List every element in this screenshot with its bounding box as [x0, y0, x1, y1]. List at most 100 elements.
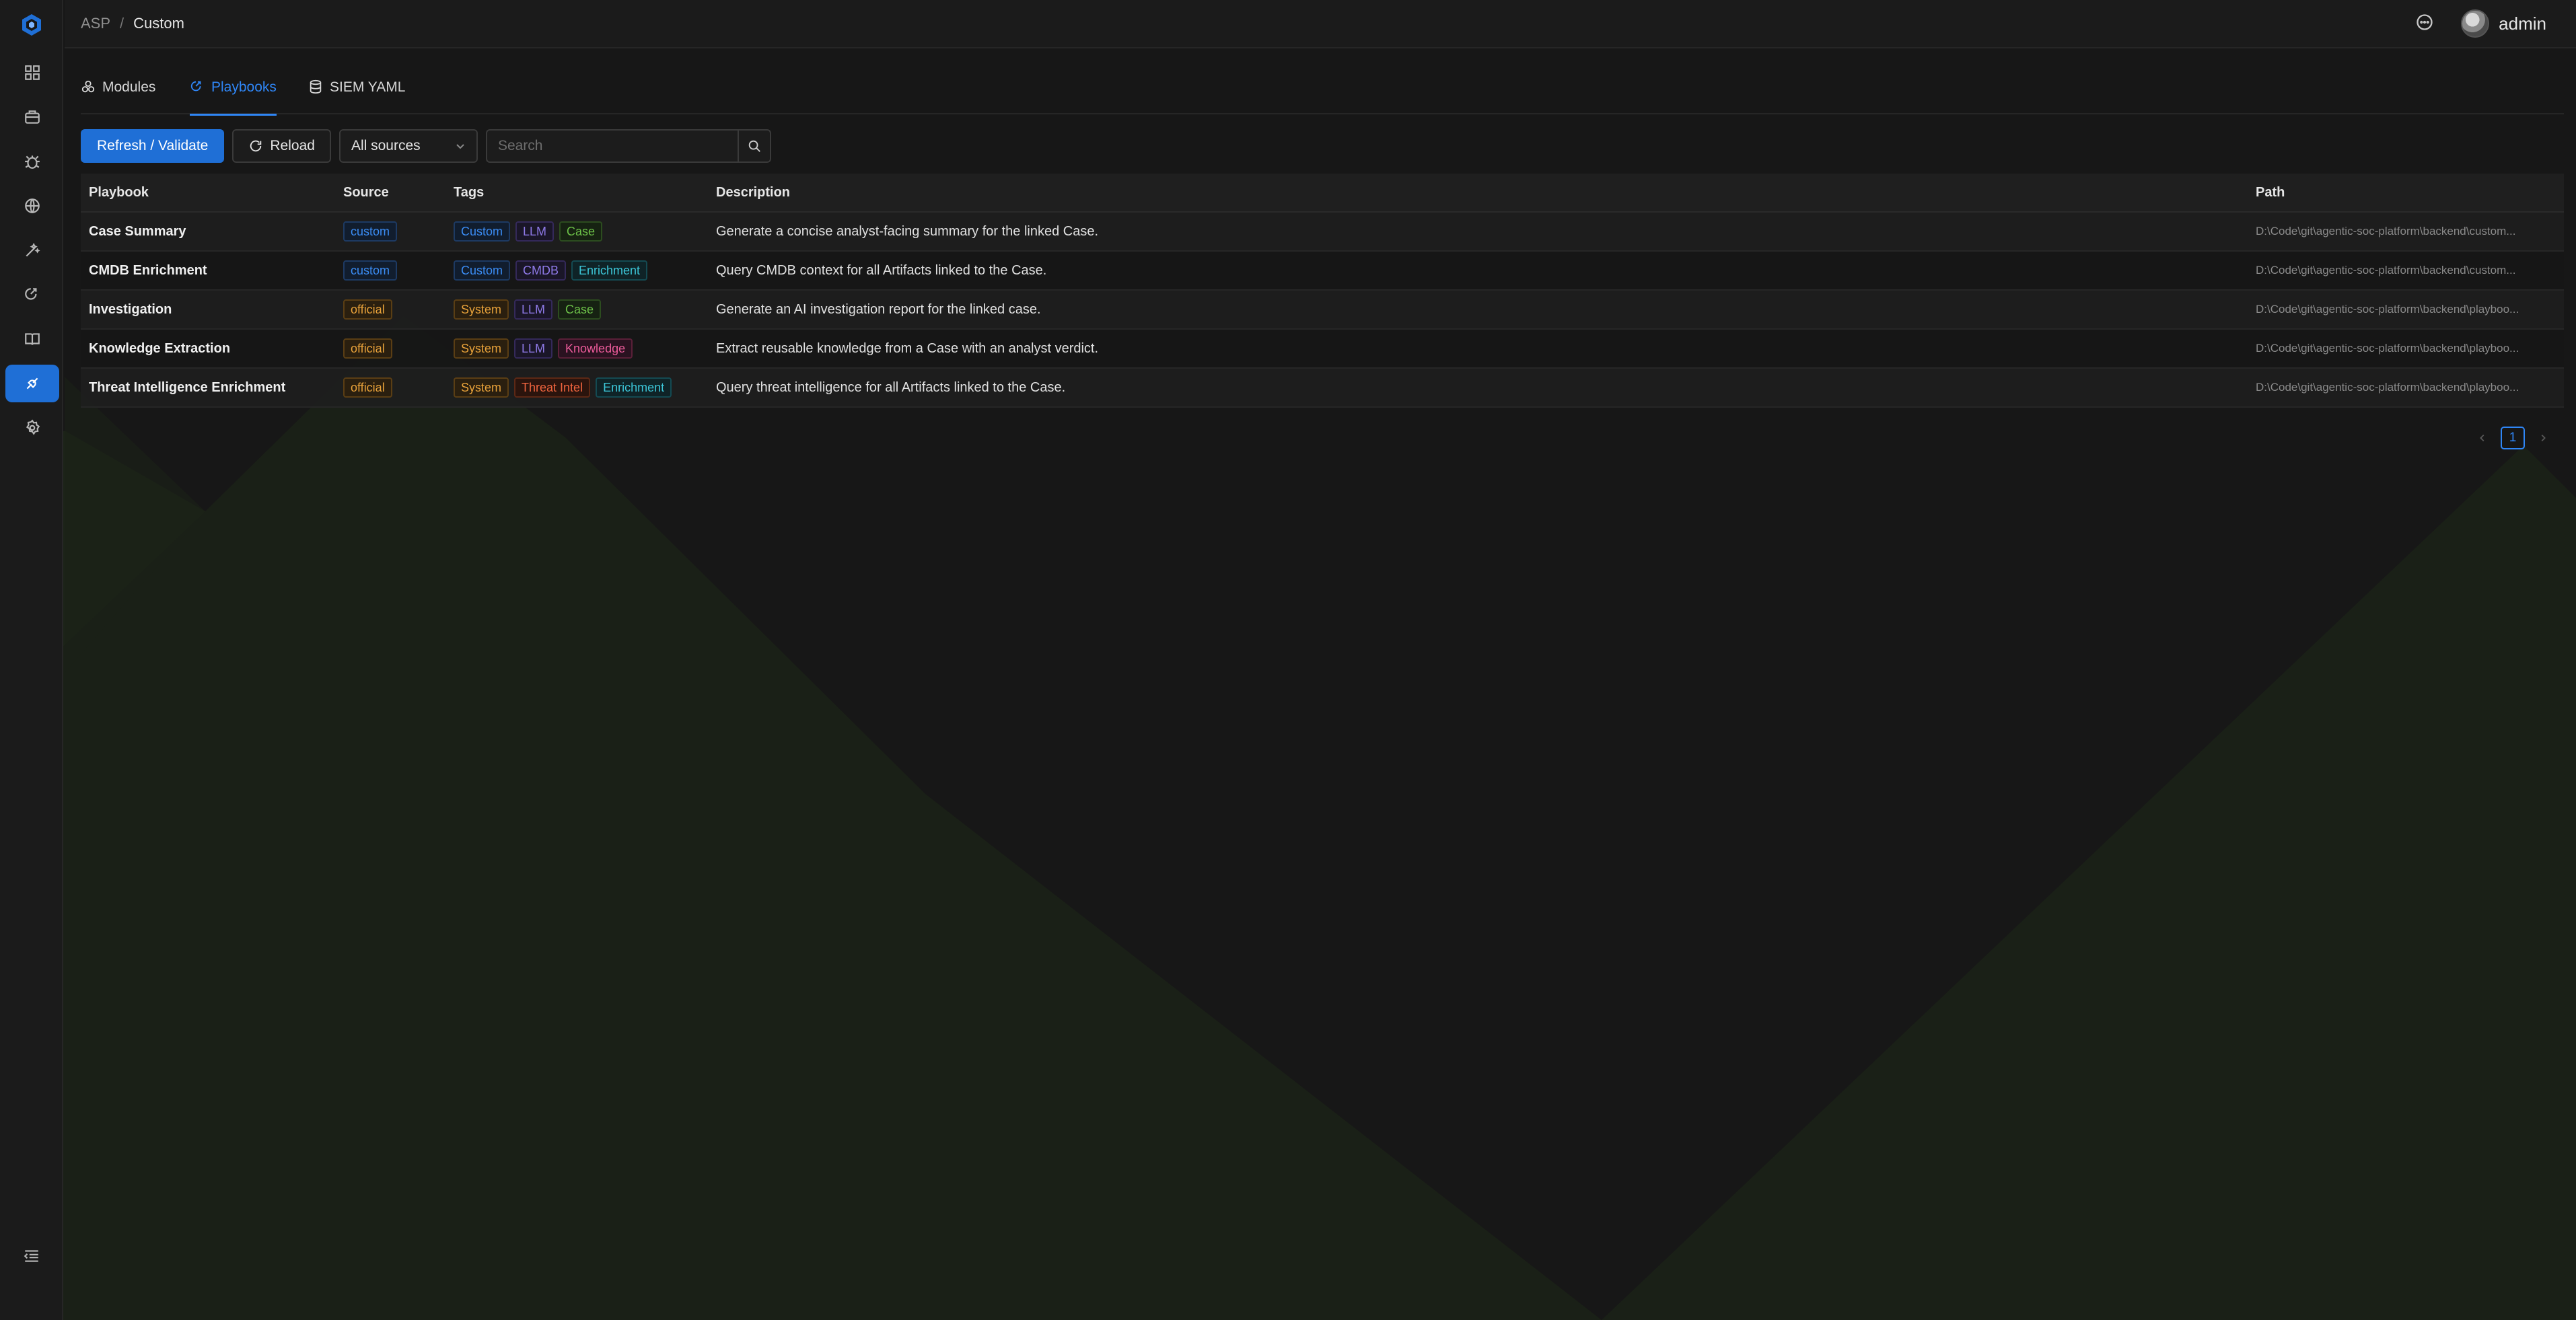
plug-icon	[26, 377, 38, 390]
robot-icon	[25, 288, 37, 300]
tag-badge: LLM	[514, 338, 553, 359]
playbook-description: Query CMDB context for all Artifacts lin…	[716, 262, 1047, 278]
tab-modules[interactable]: Modules	[81, 74, 155, 114]
source-badge: official	[343, 377, 392, 398]
user-menu[interactable]: admin	[2461, 9, 2546, 38]
playbook-path: D:\Code\git\agentic-soc-platform\backend…	[2256, 225, 2516, 237]
tag-badge: Case	[558, 299, 602, 320]
playbook-path: D:\Code\git\agentic-soc-platform\backend…	[2256, 264, 2516, 277]
table-row[interactable]: Threat Intelligence Enrichment official …	[81, 369, 2564, 408]
tab-modules-label: Modules	[102, 79, 156, 95]
playbook-description: Extract reusable knowledge from a Case w…	[716, 340, 1099, 356]
playbook-description: Generate an AI investigation report for …	[716, 301, 1041, 317]
messages-button[interactable]	[2415, 13, 2434, 35]
globe-icon	[25, 198, 40, 213]
tag-badge: System	[454, 299, 509, 320]
tag-badge: Custom	[454, 260, 511, 281]
sidebar-item-knowledge[interactable]	[5, 320, 59, 358]
tag-badge: Threat Intel	[514, 377, 591, 398]
sidebar-item-alerts[interactable]	[5, 143, 59, 180]
next-page-button[interactable]	[2536, 431, 2550, 445]
sidebar-item-dashboard[interactable]	[5, 54, 59, 91]
table-row[interactable]: Investigation official System LLM Case G…	[81, 291, 2564, 330]
refresh-validate-button[interactable]: Refresh / Validate	[81, 129, 225, 163]
tag-badge: LLM	[515, 221, 554, 242]
chevron-left-icon	[2480, 435, 2484, 441]
chevron-down-icon	[456, 144, 464, 149]
playbook-icon	[190, 81, 201, 91]
source-select-value: All sources	[351, 138, 421, 153]
playbook-name: Knowledge Extraction	[89, 340, 231, 356]
sidebar-item-network[interactable]	[5, 187, 59, 225]
modules-icon	[81, 80, 95, 93]
gear-icon	[26, 419, 40, 435]
bug-icon	[25, 155, 40, 169]
table-row[interactable]: Case Summary custom Custom LLM Case Gene…	[81, 213, 2564, 252]
source-badge: official	[343, 338, 392, 359]
tag-badge: System	[454, 377, 509, 398]
toolbar: Refresh / Validate Reload All sources	[81, 129, 771, 163]
sidebar-item-tools[interactable]	[5, 231, 59, 269]
tag-badge: Enrichment	[596, 377, 672, 398]
grid-icon	[25, 65, 40, 80]
table-row[interactable]: Knowledge Extraction official System LLM…	[81, 330, 2564, 369]
table-header: Playbook Source Tags Description Path	[81, 174, 2564, 213]
tab-bar: Modules Playbooks SIEM YAML	[81, 74, 2564, 116]
tab-playbooks-label: Playbooks	[211, 79, 277, 95]
tag-badge: Knowledge	[558, 338, 633, 359]
username: admin	[2499, 13, 2546, 34]
column-header-description[interactable]: Description	[716, 185, 2256, 200]
column-header-path[interactable]: Path	[2256, 185, 2564, 200]
reload-label: Reload	[270, 138, 315, 153]
table-row[interactable]: CMDB Enrichment custom Custom CMDB Enric…	[81, 252, 2564, 291]
tab-playbooks[interactable]: Playbooks	[190, 74, 277, 116]
breadcrumb-separator: /	[120, 15, 124, 32]
playbooks-table: Playbook Source Tags Description Path Ca…	[81, 174, 2564, 408]
top-bar: ASP / Custom admin	[65, 0, 2576, 48]
sidebar-item-custom[interactable]	[5, 365, 59, 402]
avatar	[2461, 9, 2490, 38]
collapse-sidebar-button[interactable]	[23, 1247, 42, 1266]
playbook-path: D:\Code\git\agentic-soc-platform\backend…	[2256, 303, 2519, 316]
search-box	[485, 129, 771, 163]
briefcase-icon	[25, 110, 40, 124]
sidebar-item-settings[interactable]	[5, 409, 59, 447]
search-button[interactable]	[737, 129, 771, 163]
logo-icon[interactable]	[19, 12, 44, 38]
pagination: 1	[2475, 427, 2550, 449]
search-input[interactable]	[485, 129, 738, 163]
playbook-name: Case Summary	[89, 223, 186, 239]
tab-siem-yaml-label: SIEM YAML	[330, 79, 406, 95]
chevron-right-icon	[2541, 435, 2546, 441]
reload-button[interactable]: Reload	[232, 129, 331, 163]
playbook-name: Threat Intelligence Enrichment	[89, 379, 286, 395]
tag-badge: Case	[559, 221, 603, 242]
column-header-tags[interactable]: Tags	[454, 185, 716, 200]
playbook-name: Investigation	[89, 301, 172, 317]
breadcrumb-current: Custom	[133, 15, 184, 32]
breadcrumb-root[interactable]: ASP	[81, 15, 110, 32]
prev-page-button[interactable]	[2475, 431, 2490, 445]
reload-icon	[250, 140, 262, 152]
sidebar-item-playbook-center[interactable]	[5, 276, 59, 314]
tag-badge: Enrichment	[571, 260, 648, 281]
source-select[interactable]: All sources	[338, 129, 478, 163]
playbook-name: CMDB Enrichment	[89, 262, 207, 278]
column-header-playbook[interactable]: Playbook	[81, 185, 343, 200]
wand-icon	[26, 242, 40, 257]
playbook-description: Generate a concise analyst-facing summar…	[716, 223, 1099, 239]
source-badge: custom	[343, 221, 398, 242]
search-icon	[748, 140, 760, 152]
database-icon	[310, 79, 322, 94]
playbook-path: D:\Code\git\agentic-soc-platform\backend…	[2256, 342, 2519, 355]
column-header-source[interactable]: Source	[343, 185, 454, 200]
breadcrumb: ASP / Custom	[81, 15, 184, 32]
source-badge: official	[343, 299, 392, 320]
tab-siem-yaml[interactable]: SIEM YAML	[308, 74, 405, 114]
tag-badge: LLM	[514, 299, 553, 320]
tag-badge: Custom	[454, 221, 511, 242]
chat-icon	[2417, 13, 2433, 30]
sidebar-item-cases[interactable]	[5, 98, 59, 136]
tag-badge: CMDB	[515, 260, 567, 281]
page-number[interactable]: 1	[2501, 427, 2525, 449]
